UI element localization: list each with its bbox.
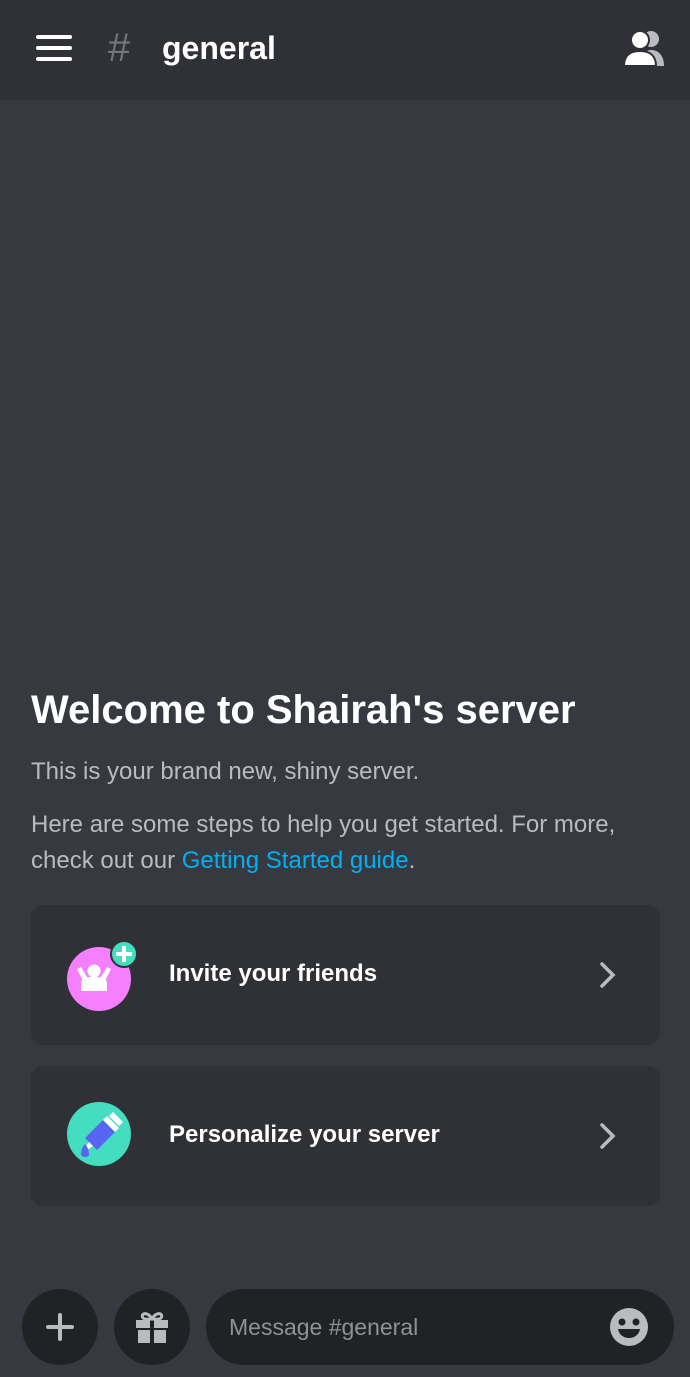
channel-hash-icon: # bbox=[108, 26, 131, 70]
gift-icon bbox=[136, 1312, 168, 1343]
chevron-right-icon bbox=[598, 961, 618, 989]
gift-button[interactable] bbox=[114, 1289, 190, 1365]
invite-friends-card[interactable]: Invite your friends bbox=[31, 905, 660, 1045]
welcome-section: Welcome to Shairah's server This is your… bbox=[31, 684, 661, 879]
personalize-server-card[interactable]: Personalize your server bbox=[31, 1066, 660, 1206]
personalize-brush-icon bbox=[67, 1102, 133, 1168]
welcome-subtitle: This is your brand new, shiny server. bbox=[31, 758, 420, 785]
personalize-server-label: Personalize your server bbox=[169, 1121, 440, 1148]
message-composer: Message #general bbox=[0, 1280, 690, 1377]
invite-friends-icon bbox=[67, 940, 138, 1011]
channel-name: general bbox=[162, 30, 276, 66]
welcome-steps: Here are some steps to help you get star… bbox=[31, 807, 661, 879]
channel-header: # general bbox=[0, 0, 690, 100]
members-icon[interactable] bbox=[622, 28, 666, 68]
invite-friends-label: Invite your friends bbox=[169, 960, 378, 987]
hamburger-menu-icon[interactable] bbox=[36, 35, 72, 61]
getting-started-guide-link[interactable]: Getting Started guide bbox=[182, 847, 409, 874]
welcome-title: Welcome to Shairah's server bbox=[31, 688, 576, 732]
message-input-placeholder: Message #general bbox=[229, 1314, 419, 1340]
plus-icon bbox=[46, 1313, 74, 1341]
message-input[interactable]: Message #general bbox=[206, 1289, 674, 1365]
emoji-icon[interactable] bbox=[609, 1307, 649, 1347]
chevron-right-icon bbox=[598, 1122, 618, 1150]
welcome-steps-suffix: . bbox=[408, 847, 416, 874]
add-attachment-button[interactable] bbox=[22, 1289, 98, 1365]
